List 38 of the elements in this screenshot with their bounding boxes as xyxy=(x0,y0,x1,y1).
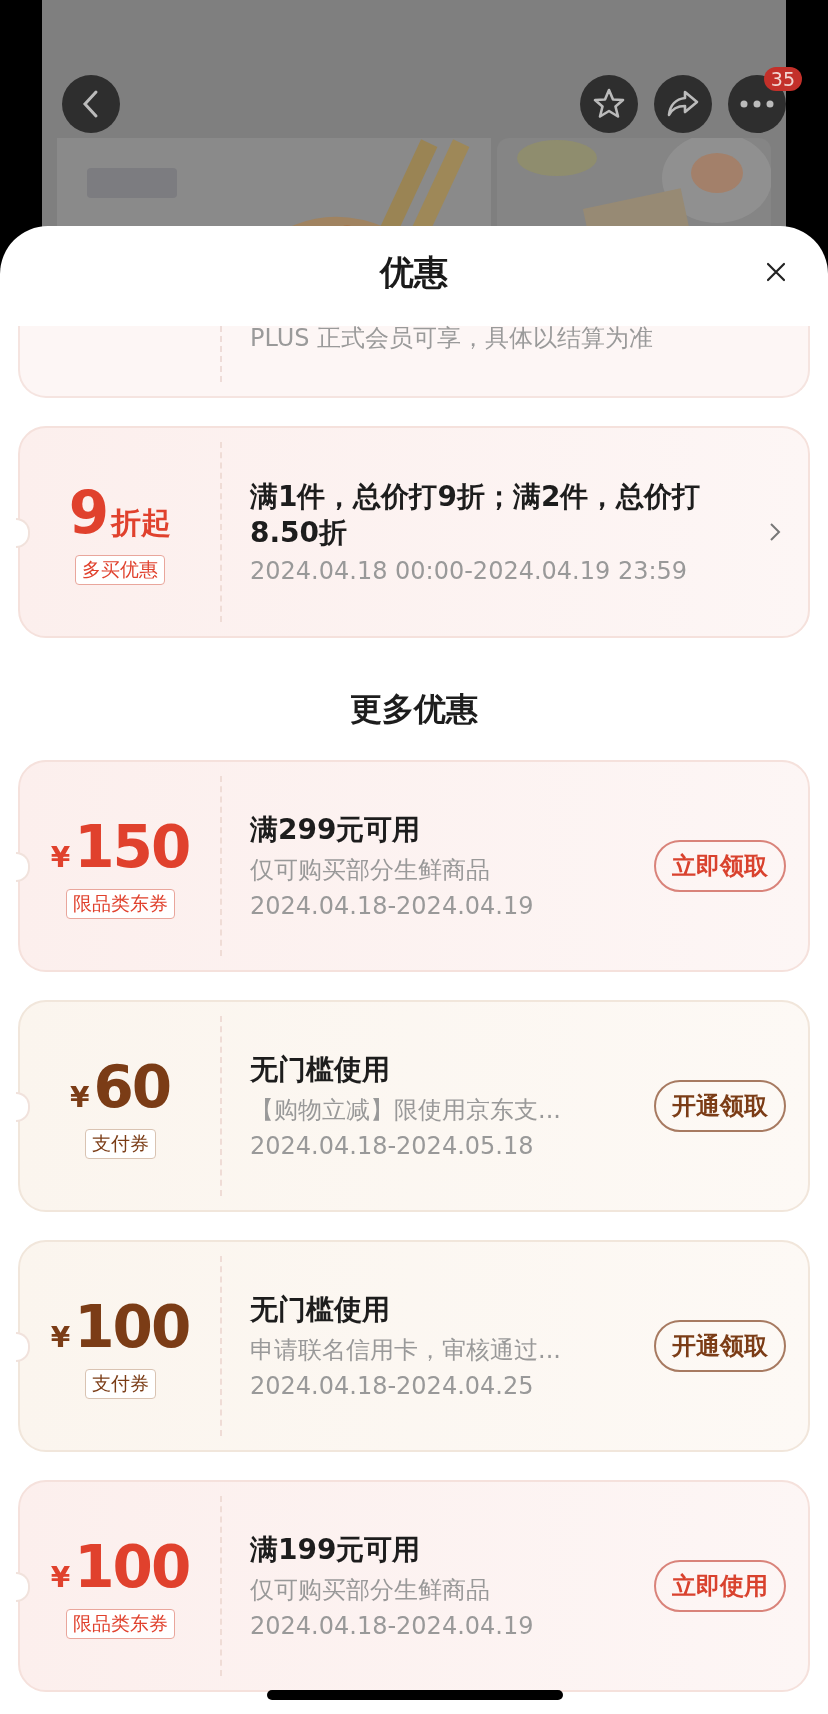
more-icon xyxy=(740,100,774,108)
coupon-condition: 无门槛使用 xyxy=(250,1052,391,1088)
coupon-condition: 满199元可用 xyxy=(250,1532,422,1568)
notification-badge: 35 xyxy=(763,67,802,91)
coupon-period: 2024.04.18-2024.04.19 xyxy=(250,892,535,920)
sheet-title: 优惠 xyxy=(380,251,448,294)
coupon-description: 申请联名信用卡，审核通过... xyxy=(250,1335,562,1366)
coupon-tag: 限品类东券 xyxy=(65,1609,175,1639)
claim-button[interactable]: 立即使用 xyxy=(654,1560,786,1612)
coupon-period: 2024.04.18-2024.04.19 xyxy=(250,1612,535,1640)
coupon-description: 仅可购买部分生鲜商品 xyxy=(250,1575,491,1606)
coupon-amount: ¥100 xyxy=(50,1293,190,1361)
close-button[interactable] xyxy=(764,260,788,284)
coupon-tag: 支付券 xyxy=(84,1129,156,1159)
discount-period: 2024.04.18 00:00-2024.04.19 23:59 xyxy=(250,557,689,585)
discount-tag: 多买优惠 xyxy=(75,555,165,585)
close-icon xyxy=(764,260,788,284)
coupon-amount: ¥60 xyxy=(69,1053,171,1121)
coupon-condition: 无门槛使用 xyxy=(250,1292,391,1328)
coupon-condition: 满299元可用 xyxy=(250,812,422,848)
coupon-amount: ¥150 xyxy=(50,813,190,881)
coupon-amount: ¥100 xyxy=(50,1533,190,1601)
section-title: 更多优惠 xyxy=(349,689,479,730)
discount-value: 9折起 xyxy=(68,479,172,547)
chevron-right-icon xyxy=(768,521,782,543)
discount-title: 满1件，总价打9折；满2件，总价打8.50折 xyxy=(250,479,702,551)
coupon-description: 仅可购买部分生鲜商品 xyxy=(250,855,491,886)
claim-button[interactable]: 立即领取 xyxy=(654,840,786,892)
coupon-period: 2024.04.18-2024.04.25 xyxy=(250,1372,535,1400)
coupon-description: PLUS 正式会员可享，具体以结算为准 xyxy=(249,323,654,354)
ticket-notch xyxy=(16,518,30,548)
coupon-description: 【购物立减】限使用京东支... xyxy=(250,1095,562,1126)
coupon-period: 2024.04.18-2024.05.18 xyxy=(250,1132,535,1160)
claim-button[interactable]: 开通领取 xyxy=(654,1320,786,1372)
discount-card[interactable]: 9折起 多买优惠 满1件，总价打9折；满2件，总价打8.50折 2024.04.18 00:00-2024.04.19 23:59 xyxy=(18,426,810,638)
coupon-tag: 限品类东券 xyxy=(65,889,175,919)
claim-button[interactable]: 开通领取 xyxy=(654,1080,786,1132)
coupon-tag: 支付券 xyxy=(84,1369,156,1399)
